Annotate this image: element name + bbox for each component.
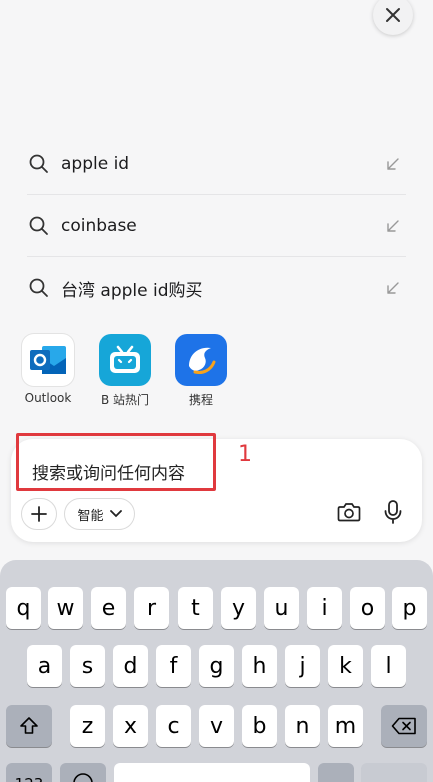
suggestion-item[interactable]: coinbase [0, 195, 433, 257]
mode-label: 智能 [77, 508, 104, 524]
outlook-icon [22, 334, 74, 386]
key[interactable]: a [27, 645, 62, 687]
fill-arrow-icon[interactable] [386, 281, 400, 295]
shift-icon [20, 717, 38, 734]
key[interactable]: n [285, 705, 320, 747]
key[interactable]: k [328, 645, 363, 687]
key[interactable]: x [113, 705, 148, 747]
keyboard: q w e r t y u i o p a s d f g h j k l z … [0, 560, 433, 782]
key[interactable]: z [70, 705, 105, 747]
key[interactable]: d [113, 645, 148, 687]
return-key[interactable] [361, 763, 427, 782]
key[interactable]: q [6, 587, 41, 629]
key[interactable]: y [221, 587, 256, 629]
key[interactable]: u [264, 587, 299, 629]
microphone-icon[interactable] [383, 499, 403, 525]
key[interactable]: m [328, 705, 363, 747]
camera-icon[interactable] [337, 501, 361, 523]
close-icon [386, 8, 400, 22]
app-outlook[interactable]: Outlook [12, 334, 84, 405]
key[interactable]: g [199, 645, 234, 687]
app-label: B 站热门 [100, 393, 150, 407]
emoji-icon [73, 773, 93, 782]
key[interactable]: t [178, 587, 213, 629]
suggestion-text: coinbase [61, 216, 137, 236]
key[interactable]: j [285, 645, 320, 687]
suggestion-item[interactable]: apple id [0, 133, 433, 195]
fill-arrow-icon[interactable] [386, 219, 400, 233]
key[interactable]: w [48, 587, 83, 629]
key[interactable]: b [242, 705, 277, 747]
numbers-key[interactable]: 123 [6, 763, 52, 782]
suggestion-item[interactable]: 台湾 apple id购买 [0, 257, 433, 319]
key[interactable]: o [350, 587, 385, 629]
key[interactable]: i [307, 587, 342, 629]
app-ctrip[interactable]: 携程 [165, 334, 237, 408]
emoji-key[interactable] [60, 763, 106, 782]
annotation-number: 1 [238, 442, 252, 467]
search-icon [29, 216, 48, 235]
close-button[interactable] [373, 0, 413, 35]
key[interactable]: l [371, 645, 406, 687]
key[interactable]: e [91, 587, 126, 629]
fill-arrow-icon[interactable] [386, 157, 400, 171]
search-suggestions: apple id coinbase 台湾 apple id购买 [0, 133, 433, 319]
suggestion-text: apple id [61, 154, 130, 174]
delete-key[interactable] [381, 705, 427, 747]
chevron-down-icon [109, 510, 122, 518]
add-button[interactable] [21, 498, 57, 530]
key[interactable]: r [134, 587, 169, 629]
search-icon [29, 154, 48, 173]
key[interactable]: h [242, 645, 277, 687]
mode-selector[interactable]: 智能 [64, 498, 135, 530]
dolphin-icon [175, 334, 227, 386]
bilibili-tv-icon [99, 334, 151, 386]
app-label: 携程 [188, 393, 213, 407]
backspace-icon [391, 717, 416, 735]
app-bilibili[interactable]: B 站热门 [89, 334, 161, 408]
key[interactable] [318, 763, 354, 782]
search-icon [29, 278, 48, 297]
suggestion-text: 台湾 apple id购买 [61, 280, 203, 301]
plus-icon [31, 506, 47, 522]
key[interactable]: s [70, 645, 105, 687]
key[interactable]: v [199, 705, 234, 747]
space-key[interactable] [114, 763, 310, 782]
shift-key[interactable] [6, 705, 52, 747]
app-label: Outlook [24, 391, 72, 405]
key[interactable]: p [392, 587, 427, 629]
key[interactable]: c [156, 705, 191, 747]
app-shortcuts: Outlook B 站热门 携程 [0, 334, 433, 414]
annotation-highlight-box [16, 433, 216, 491]
key[interactable]: f [156, 645, 191, 687]
